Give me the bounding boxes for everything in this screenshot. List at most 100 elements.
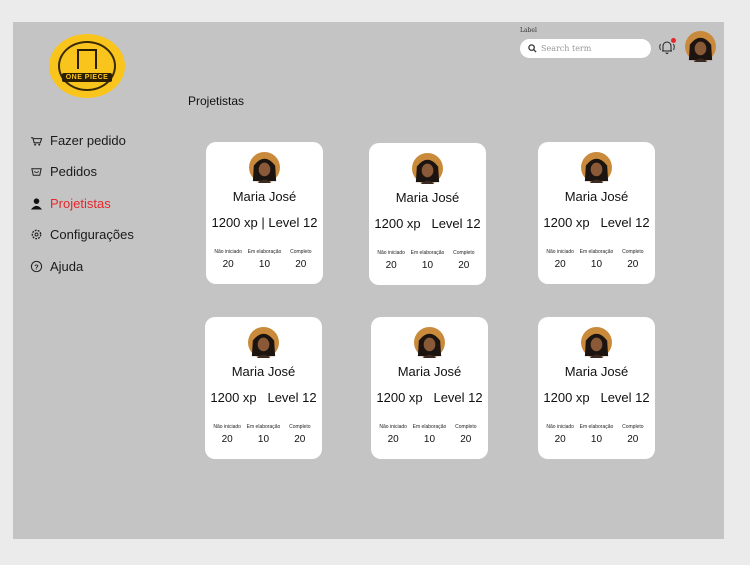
stat-column: Completo 20 xyxy=(615,424,651,445)
notifications-button[interactable] xyxy=(657,38,677,56)
search-label: Label xyxy=(520,27,537,34)
stat-column: Completo 20 xyxy=(283,249,319,270)
stat-label: Em elaboração xyxy=(412,424,447,430)
stat-column: Em elaboração 10 xyxy=(246,249,282,270)
stat-label: Completo xyxy=(622,249,644,255)
sidebar-item-label: Fazer pedido xyxy=(50,132,126,148)
stat-value: 20 xyxy=(221,434,233,445)
designer-stats: Não iniciado 20 Em elaboração 10 Completo 20 xyxy=(542,424,651,445)
stat-value: 20 xyxy=(222,259,234,270)
sidebar: Fazer pedido Pedidos Projetistas Configu… xyxy=(29,128,179,286)
designer-name: Maria José xyxy=(395,190,460,205)
stat-column: Completo 20 xyxy=(282,424,318,445)
stat-label: Em elaboração xyxy=(247,249,282,255)
designer-stats: Não iniciado 20 Em elaboração 10 Completo 20 xyxy=(210,249,319,270)
sidebar-item-pedidos[interactable]: Pedidos xyxy=(29,160,179,184)
designer-avatar xyxy=(414,327,445,358)
notification-dot xyxy=(671,38,676,43)
logo-emblem xyxy=(77,49,97,69)
help-icon: ? xyxy=(29,259,43,273)
stat-column: Em elaboração 10 xyxy=(411,424,447,445)
stat-value: 20 xyxy=(627,434,639,445)
designer-card[interactable]: Maria José 1200 xp | Level 12 Não iniciado… xyxy=(206,142,323,284)
designer-name: Maria José xyxy=(232,189,297,204)
stat-value: 10 xyxy=(421,260,434,271)
sidebar-item-label: Pedidos xyxy=(50,164,97,179)
designer-name: Maria José xyxy=(231,364,296,379)
sidebar-item-label: Ajuda xyxy=(50,258,84,274)
stat-value: 20 xyxy=(385,260,397,271)
sidebar-item-label: Projetistas xyxy=(50,195,111,211)
designer-xp-level: 1200 xp Level 12 xyxy=(543,390,650,405)
designer-avatar xyxy=(581,152,612,183)
stat-value: 10 xyxy=(590,434,603,445)
designer-card[interactable]: Maria José 1200 xp Level 12 Não iniciado 20… xyxy=(369,143,486,285)
stat-value: 10 xyxy=(423,434,436,445)
designer-card[interactable]: Maria José 1200 xp Level 12 Não iniciado 20… xyxy=(538,142,655,284)
stat-value: 20 xyxy=(387,434,399,445)
designer-stats: Não iniciado 20 Em elaboração 10 Completo 20 xyxy=(373,250,482,271)
designer-name: Maria José xyxy=(564,189,629,204)
search-bar[interactable] xyxy=(520,39,651,58)
stat-value: 20 xyxy=(554,434,566,445)
stat-column: Em elaboração 10 xyxy=(578,249,614,270)
stat-column: Não iniciado 20 xyxy=(542,424,578,445)
stat-column: Não iniciado 20 xyxy=(210,249,246,270)
stat-label: Completo xyxy=(290,249,312,255)
stat-column: Não iniciado 20 xyxy=(375,424,411,445)
designer-xp-level: 1200 xp | Level 12 xyxy=(211,215,318,230)
sidebar-item-ajuda[interactable]: ? Ajuda xyxy=(29,254,179,278)
designer-xp-level: 1200 xp Level 12 xyxy=(374,216,481,231)
stat-label: Não iniciado xyxy=(379,424,407,430)
designer-xp-level: 1200 xp Level 12 xyxy=(376,390,483,405)
stat-label: Completo xyxy=(289,424,311,430)
designer-card[interactable]: Maria José 1200 xp Level 12 Não iniciado 20… xyxy=(205,317,322,459)
stat-column: Não iniciado 20 xyxy=(209,424,245,445)
stat-column: Completo 20 xyxy=(615,249,651,270)
search-icon xyxy=(528,44,537,53)
stat-value: 10 xyxy=(258,259,271,270)
designer-xp-level: 1200 xp Level 12 xyxy=(543,215,650,230)
search-input[interactable] xyxy=(541,44,641,53)
sidebar-item-projetistas[interactable]: Projetistas xyxy=(29,191,179,215)
designer-stats: Não iniciado 20 Em elaboração 10 Completo 20 xyxy=(209,424,318,445)
designer-card[interactable]: Maria José 1200 xp Level 12 Não iniciado 20… xyxy=(371,317,488,459)
designer-avatar xyxy=(248,327,279,358)
stat-column: Completo 20 xyxy=(448,424,484,445)
sidebar-item-label: Configurações xyxy=(50,227,134,242)
stat-value: 10 xyxy=(590,259,603,270)
stat-column: Completo 20 xyxy=(446,250,482,271)
sidebar-item-fazer-pedido[interactable]: Fazer pedido xyxy=(29,128,179,152)
designer-xp-level: 1200 xp Level 12 xyxy=(210,390,317,405)
stat-column: Em elaboração 10 xyxy=(578,424,614,445)
basket-icon xyxy=(29,133,43,147)
designer-name: Maria José xyxy=(564,364,629,379)
gear-icon xyxy=(29,228,43,242)
stat-column: Em elaboração 10 xyxy=(409,250,445,271)
user-icon xyxy=(29,196,43,210)
stat-column: Não iniciado 20 xyxy=(542,249,578,270)
avatar-image xyxy=(685,31,716,62)
stat-label: Não iniciado xyxy=(546,249,574,255)
stat-value: 20 xyxy=(554,259,566,270)
designer-avatar xyxy=(249,152,280,183)
stat-label: Completo xyxy=(622,424,644,430)
stat-value: 20 xyxy=(627,259,639,270)
one-piece-logo[interactable]: ONE PIECE xyxy=(49,34,125,98)
stat-value: 20 xyxy=(460,434,472,445)
designer-card[interactable]: Maria José 1200 xp Level 12 Não iniciado 20… xyxy=(538,317,655,459)
user-avatar[interactable] xyxy=(685,31,716,62)
stat-label: Completo xyxy=(455,424,477,430)
page-title: Projetistas xyxy=(188,94,245,108)
bowl-icon xyxy=(29,165,43,179)
stat-label: Em elaboração xyxy=(246,424,281,430)
logo-text: ONE PIECE xyxy=(59,73,115,82)
stat-label: Não iniciado xyxy=(377,250,405,256)
stat-label: Em elaboração xyxy=(410,250,445,256)
stat-column: Não iniciado 20 xyxy=(373,250,409,271)
designer-name: Maria José xyxy=(397,364,462,379)
designer-stats: Não iniciado 20 Em elaboração 10 Completo 20 xyxy=(542,249,651,270)
sidebar-item-configuracoes[interactable]: Configurações xyxy=(29,223,179,247)
stat-label: Não iniciado xyxy=(214,249,242,255)
stat-label: Em elaboração xyxy=(579,249,614,255)
